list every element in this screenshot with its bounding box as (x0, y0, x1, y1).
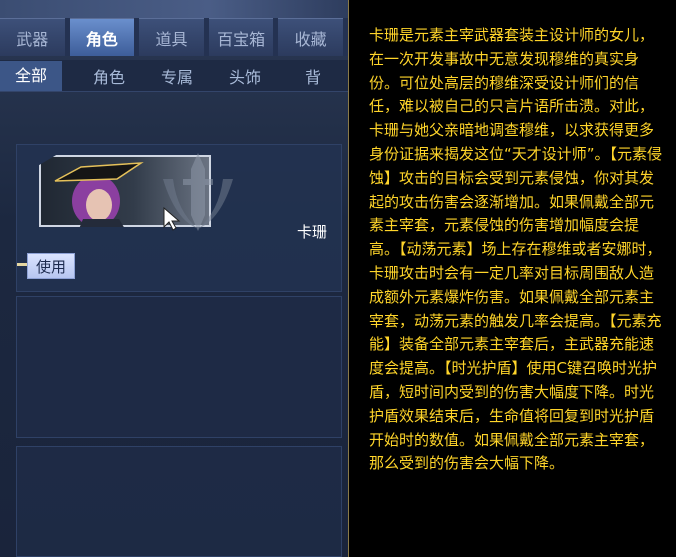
item-name: 卡珊 (296, 223, 327, 241)
mouse-cursor-icon (163, 207, 181, 231)
tab-treasure-box[interactable]: 百宝箱 (208, 18, 274, 56)
subtab-exclusive[interactable]: 专属 (146, 64, 208, 88)
tab-characters[interactable]: 角色 (69, 18, 135, 56)
empty-item-slot[interactable] (16, 296, 342, 438)
item-description-tooltip: 卡珊是元素主宰武器套装主设计师的女儿，在一次开发事故中无意发现穆维的真实身份。可… (348, 0, 676, 557)
subtab-headwear[interactable]: 头饰 (214, 64, 276, 88)
empty-item-slot[interactable] (16, 446, 342, 557)
subtab-all[interactable]: 全部 (0, 60, 62, 91)
use-button[interactable]: 使用 (27, 253, 75, 279)
tab-weapons[interactable]: 武器 (0, 18, 65, 56)
inventory-panel: 武器 角色 道具 百宝箱 收藏 全部 角色 专属 头饰 背 卡珊 使用 (0, 0, 348, 557)
item-card[interactable]: 卡珊 使用 (16, 144, 342, 292)
subtab-back[interactable]: 背 (282, 64, 344, 88)
tab-items[interactable]: 道具 (139, 18, 204, 56)
tab-favorites[interactable]: 收藏 (278, 18, 343, 56)
subtab-character[interactable]: 角色 (78, 64, 140, 88)
top-banner (0, 0, 348, 18)
subcategory-tabbar: 全部 角色 专属 头饰 背 (0, 60, 348, 92)
category-tabbar: 武器 角色 道具 百宝箱 收藏 (0, 18, 348, 56)
tooltip-description: 卡珊是元素主宰武器套装主设计师的女儿，在一次开发事故中无意发现穆维的真实身份。可… (369, 26, 663, 473)
